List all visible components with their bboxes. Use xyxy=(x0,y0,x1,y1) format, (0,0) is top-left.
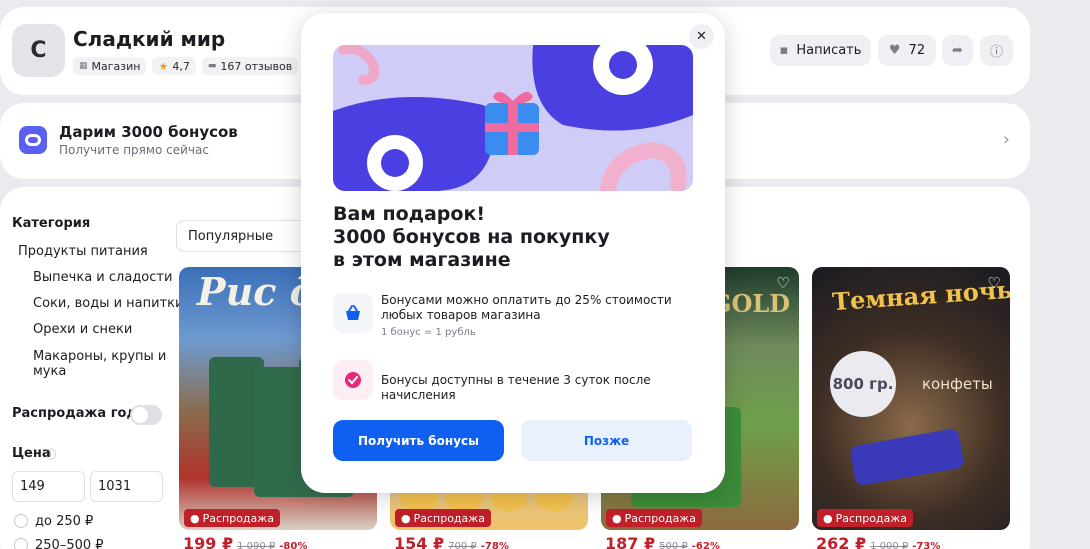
bonus-gift-modal: ✕ Вам подарок! 3000 бонусов на покупку в… xyxy=(301,13,725,493)
modal-title-line-1: Вам подарок! xyxy=(333,203,486,225)
feature-expiry-text: Бонусы доступны в течение 3 суток после … xyxy=(381,373,651,402)
feature-payment-sub: 1 бонус = 1 рубль xyxy=(381,327,476,338)
feature-payment-text: Бонусами можно оплатить до 25% стоимости… xyxy=(381,293,672,322)
later-button[interactable]: Позже xyxy=(521,420,692,461)
feature-expiry: Бонусы доступны в течение 3 суток после … xyxy=(381,373,701,403)
gift-illustration xyxy=(333,45,693,191)
modal-title: Вам подарок! 3000 бонусов на покупку в э… xyxy=(333,203,610,272)
get-bonuses-button[interactable]: Получить бонусы xyxy=(333,420,504,461)
clock-check-icon xyxy=(333,360,373,400)
modal-title-line-3: в этом магазине xyxy=(333,249,511,271)
basket-icon xyxy=(333,293,373,333)
gift-hero-image xyxy=(333,45,693,191)
close-icon: ✕ xyxy=(696,29,707,44)
modal-title-line-2: 3000 бонусов на покупку xyxy=(333,226,610,248)
close-button[interactable]: ✕ xyxy=(689,24,714,49)
feature-payment: Бонусами можно оплатить до 25% стоимости… xyxy=(381,293,701,340)
